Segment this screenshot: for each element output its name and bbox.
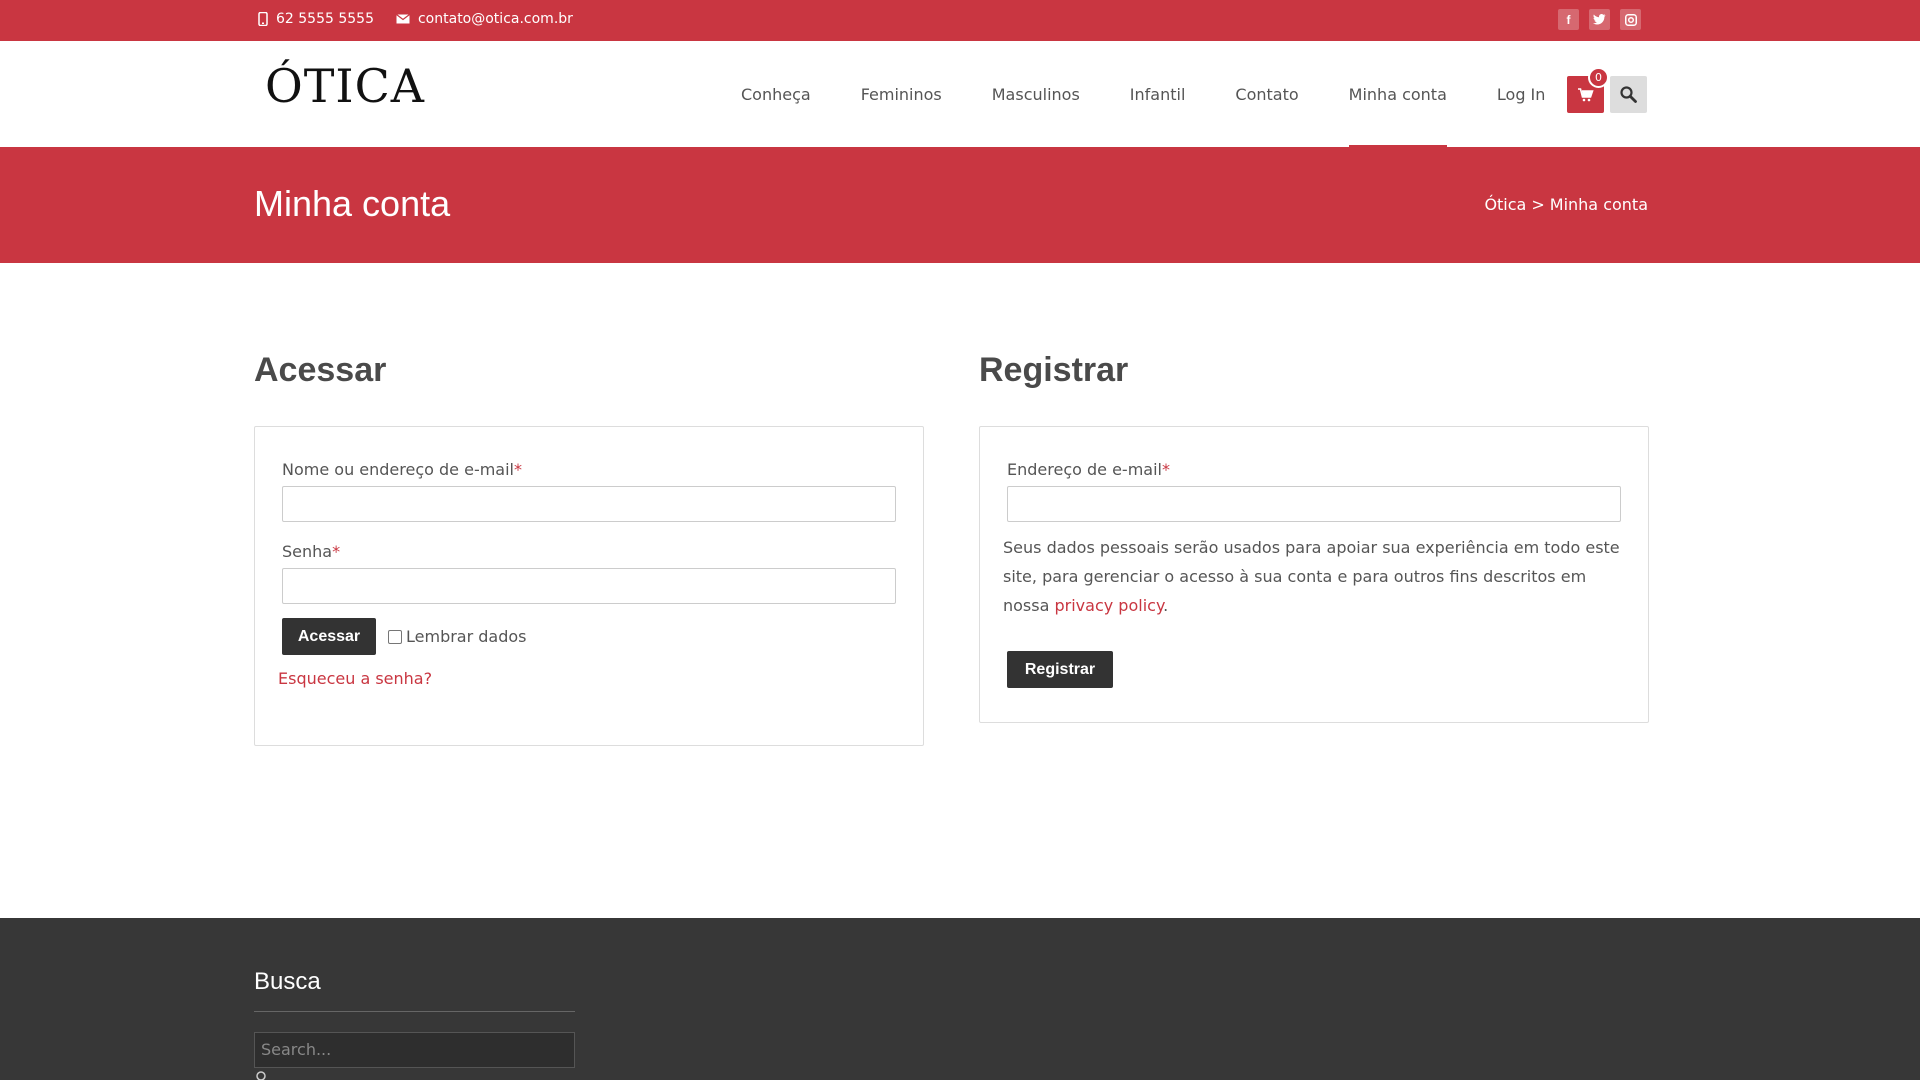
footer-widget-title: Busca bbox=[254, 968, 321, 995]
nav-item-infantil[interactable]: Infantil bbox=[1105, 41, 1211, 147]
search-button[interactable] bbox=[1610, 76, 1647, 113]
remember-checkbox[interactable] bbox=[388, 629, 402, 644]
site-footer: Busca Search... bbox=[0, 918, 1920, 1080]
envelope-icon bbox=[396, 14, 410, 24]
phone-number: 62 5555 5555 bbox=[276, 11, 374, 27]
facebook-icon[interactable]: f bbox=[1558, 9, 1579, 30]
login-button[interactable]: Acessar bbox=[282, 618, 376, 655]
search-icon bbox=[1620, 86, 1637, 103]
contact-info: 62 5555 5555 contato@otica.com.br bbox=[258, 11, 573, 27]
breadcrumb-home[interactable]: Ótica bbox=[1484, 195, 1526, 214]
cart-count-badge: 0 bbox=[1588, 67, 1609, 88]
privacy-notice: Seus dados pessoais serão usados para ap… bbox=[1003, 538, 1620, 615]
breadcrumb-current: Minha conta bbox=[1549, 195, 1648, 214]
nav-item-conheca[interactable]: Conheça bbox=[716, 41, 836, 147]
nav-item-femininos[interactable]: Femininos bbox=[836, 41, 967, 147]
remember-label[interactable]: Lembrar dados bbox=[406, 627, 527, 646]
username-input[interactable] bbox=[282, 486, 896, 522]
breadcrumb: Ótica > Minha conta bbox=[1484, 195, 1648, 214]
phone-icon bbox=[258, 12, 268, 26]
required-mark: * bbox=[514, 460, 522, 479]
social-links: f bbox=[1558, 9, 1641, 30]
instagram-icon[interactable] bbox=[1620, 9, 1641, 30]
email-contact[interactable]: contato@otica.com.br bbox=[396, 11, 573, 27]
footer-search-input[interactable]: Search... bbox=[254, 1032, 575, 1068]
main-nav: Conheça Femininos Masculinos Infantil Co… bbox=[716, 41, 1570, 147]
nav-item-log-in[interactable]: Log In bbox=[1472, 41, 1571, 147]
cart-icon bbox=[1577, 87, 1594, 101]
required-mark: * bbox=[332, 542, 341, 561]
site-header: ÓTICA Conheça Femininos Masculinos Infan… bbox=[0, 41, 1920, 147]
nav-item-minha-conta[interactable]: Minha conta bbox=[1324, 41, 1472, 147]
register-button[interactable]: Registrar bbox=[1007, 651, 1113, 688]
password-label: Senha* bbox=[282, 542, 341, 561]
privacy-policy-link[interactable]: privacy policy bbox=[1055, 596, 1164, 615]
nav-item-contato[interactable]: Contato bbox=[1210, 41, 1323, 147]
email-label: Endereço de e-mail* bbox=[1007, 460, 1170, 479]
footer-divider bbox=[254, 1011, 575, 1012]
remember-me[interactable]: Lembrar dados bbox=[388, 627, 527, 646]
site-logo[interactable]: ÓTICA bbox=[265, 59, 425, 113]
top-bar: 62 5555 5555 contato@otica.com.br f bbox=[0, 0, 1920, 41]
phone-contact: 62 5555 5555 bbox=[258, 11, 374, 27]
page-title: Minha conta bbox=[254, 183, 451, 224]
email-address[interactable]: contato@otica.com.br bbox=[418, 11, 573, 27]
register-title: Registrar bbox=[979, 351, 1129, 389]
twitter-icon[interactable] bbox=[1589, 9, 1610, 30]
username-label: Nome ou endereço de e-mail* bbox=[282, 460, 522, 479]
breadcrumb-separator: > bbox=[1531, 195, 1545, 214]
page-title-bar: Minha conta Ótica > Minha conta bbox=[0, 147, 1920, 263]
required-mark: * bbox=[1161, 460, 1170, 479]
lost-password-link[interactable]: Esqueceu a senha? bbox=[278, 669, 432, 688]
register-email-input[interactable] bbox=[1007, 486, 1621, 522]
footer-search-icon[interactable] bbox=[256, 1070, 268, 1080]
nav-item-masculinos[interactable]: Masculinos bbox=[967, 41, 1105, 147]
login-title: Acessar bbox=[254, 351, 387, 389]
password-input[interactable] bbox=[282, 568, 896, 604]
